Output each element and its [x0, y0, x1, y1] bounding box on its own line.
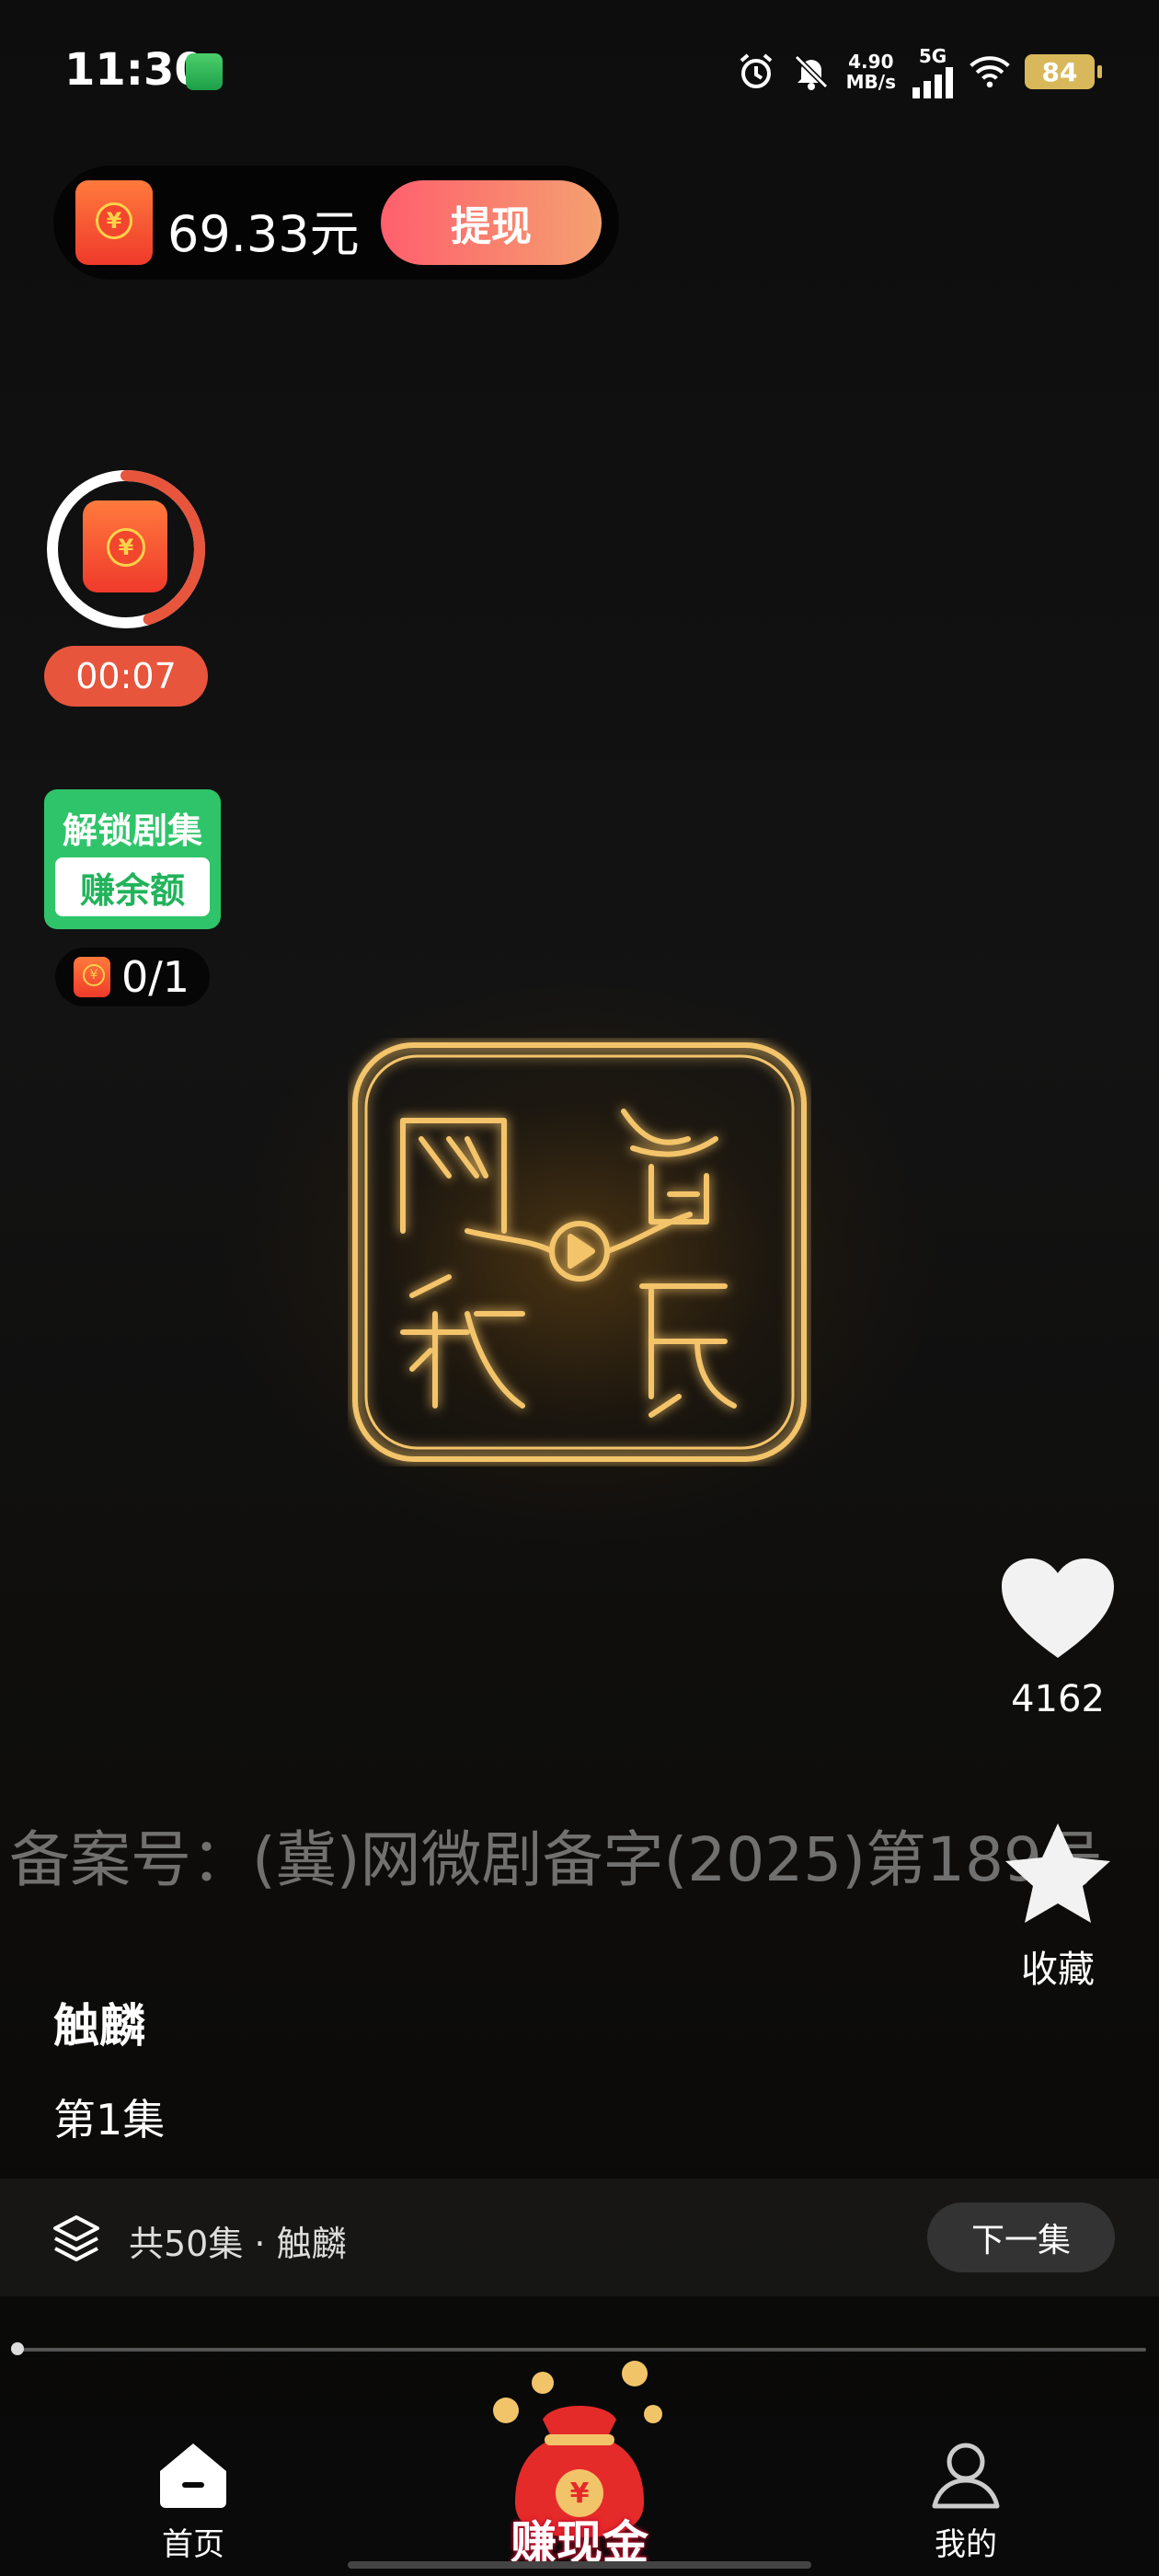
nav-earn-cash[interactable]: ¥ 赚现金: [478, 2355, 681, 2576]
bag-coin-symbol: ¥: [570, 2478, 590, 2510]
status-icons: 4.90 MB/s 5G 84: [736, 45, 1102, 98]
episode-summary[interactable]: 共50集 · 触麟: [129, 2215, 347, 2266]
network-speed-value: 4.90: [848, 51, 894, 73]
alarm-icon: [736, 52, 776, 92]
like-action[interactable]: 4162: [984, 1555, 1131, 1720]
home-icon: [160, 2444, 226, 2508]
like-count: 4162: [1011, 1678, 1105, 1720]
signal-bars-icon: [912, 67, 953, 98]
unlock-count: 0/1: [121, 952, 190, 1002]
video-progress-bar[interactable]: [17, 2348, 1146, 2352]
network-speed-unit: MB/s: [845, 71, 896, 93]
drama-title[interactable]: 触麟: [53, 1989, 145, 2055]
heart-icon[interactable]: [998, 1555, 1118, 1665]
user-icon: [932, 2443, 1000, 2509]
unlock-progress-pill: 0/1: [55, 948, 210, 1006]
red-envelope-icon: ¥: [83, 500, 167, 592]
episode-title: 第1集: [53, 2095, 166, 2145]
episode-selector-bar[interactable]: 共50集 · 触麟 下一集: [0, 2179, 1159, 2296]
app-notification-icon: [186, 53, 223, 90]
wallet-balance: 69.33元: [167, 205, 360, 263]
status-time: 11:30: [64, 44, 205, 96]
status-bar: 11:30 4.90 MB/s 5G 84: [0, 0, 1159, 138]
withdraw-button[interactable]: 提现: [381, 180, 602, 265]
battery-indicator: 84: [1025, 54, 1102, 89]
home-indicator[interactable]: [348, 2561, 811, 2569]
video-progress-thumb[interactable]: [11, 2342, 24, 2355]
favorite-action[interactable]: 收藏: [984, 1822, 1131, 1993]
network-speed: 4.90 MB/s: [846, 52, 896, 92]
unlock-episodes-card[interactable]: 解锁剧集 赚余额: [44, 789, 221, 929]
red-envelope-icon: ¥: [75, 180, 153, 265]
cellular-signal: 5G: [911, 45, 955, 98]
layers-icon: [53, 2215, 99, 2261]
reward-timer-widget[interactable]: ¥ 00:07: [44, 467, 208, 707]
network-type: 5G: [918, 45, 947, 67]
favorite-label: 收藏: [1021, 1949, 1095, 1991]
red-envelope-icon: [74, 957, 110, 997]
unlock-title: 解锁剧集: [62, 811, 202, 851]
wallet-balance-pill[interactable]: ¥ 69.33元 提现: [53, 166, 619, 280]
nav-home[interactable]: 首页: [101, 2440, 285, 2564]
next-episode-button[interactable]: 下一集: [927, 2202, 1115, 2272]
video-player-screen[interactable]: 11:30 4.90 MB/s 5G 84 ¥ 69.33元 提现 ¥ 00:0…: [0, 0, 1159, 2576]
wifi-icon: [970, 52, 1010, 92]
mute-bell-icon: [791, 52, 832, 92]
unlock-subtitle: 赚余额: [55, 857, 210, 916]
nav-me[interactable]: 我的: [874, 2440, 1058, 2564]
nav-home-label: 首页: [162, 2526, 224, 2563]
nav-me-label: 我的: [935, 2526, 997, 2563]
star-icon[interactable]: [1003, 1822, 1113, 1928]
network-video-logo: [352, 1042, 807, 1462]
coin-symbol: ¥: [107, 528, 145, 567]
registration-number: 备案号：(冀)网微剧备字(2025)第189号: [9, 1824, 1103, 1895]
timer-countdown: 00:07: [44, 646, 208, 707]
coin-symbol: ¥: [96, 202, 132, 239]
